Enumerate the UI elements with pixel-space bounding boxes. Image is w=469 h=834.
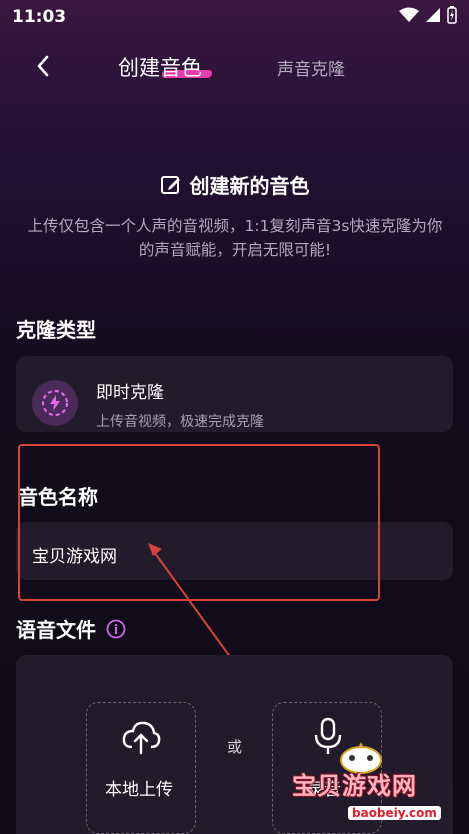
hero-title: 创建新的音色: [0, 170, 469, 199]
edit-icon: [160, 175, 180, 194]
info-icon[interactable]: [106, 619, 126, 639]
or-separator: 或: [227, 738, 243, 756]
local-upload-label: 本地上传: [105, 780, 173, 800]
chevron-left-icon: [37, 55, 49, 77]
status-bar: 11:03: [0, 0, 469, 34]
wifi-icon: [399, 7, 419, 22]
hero-description: 上传仅包含一个人声的音视频，1:1复刻声音3s快速克隆为你的声音赋能，开启无限可…: [27, 217, 443, 259]
tab-create-voice-label: 创建音色: [118, 56, 202, 80]
clone-type-title: 克隆类型: [16, 318, 96, 342]
battery-charging-icon: [447, 6, 457, 24]
clone-option-desc: 上传音视频，极速完成克隆: [96, 414, 264, 430]
annotation-arrow: [148, 543, 237, 666]
local-upload-button[interactable]: 本地上传: [86, 702, 196, 834]
tab-voice-clone[interactable]: 声音克隆: [277, 55, 345, 80]
voice-file-title: 语音文件: [16, 618, 96, 642]
status-icons: [399, 6, 457, 24]
tab-create-voice[interactable]: 创建音色: [118, 52, 213, 82]
watermark-url: baobeiy.com: [348, 806, 441, 820]
instant-clone-icon: [32, 380, 78, 426]
signal-icon: [426, 8, 440, 22]
status-time: 11:03: [12, 7, 67, 27]
clone-option-name: 即时克隆: [96, 383, 164, 403]
watermark-text: 宝贝游戏网: [292, 772, 417, 800]
cloud-upload-icon: [122, 721, 161, 755]
back-button[interactable]: [30, 52, 58, 80]
voice-file-header: 语音文件: [16, 614, 126, 643]
lightning-icon: [41, 389, 69, 417]
hero-title-text: 创建新的音色: [189, 174, 310, 198]
